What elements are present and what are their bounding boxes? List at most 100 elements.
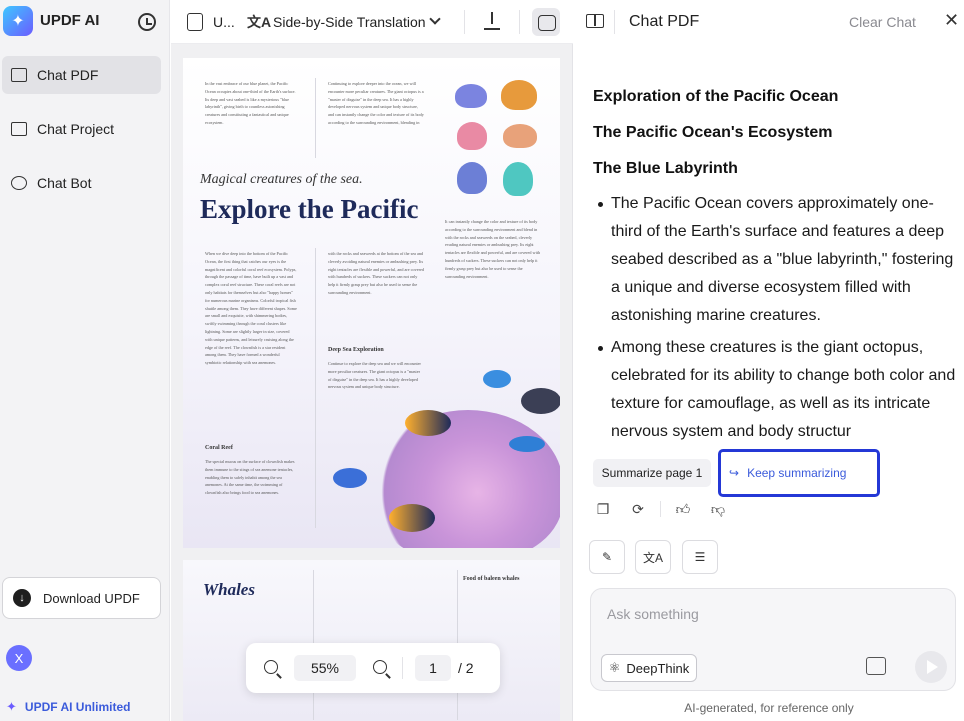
- thumbs-down-icon[interactable]: 👎︎: [709, 500, 727, 518]
- coral-image: [503, 124, 537, 148]
- list-item: The Pacific Ocean covers approximately o…: [593, 190, 961, 330]
- sidebar-item-chat-pdf[interactable]: Chat PDF: [2, 56, 161, 94]
- translate-icon: 文A: [247, 14, 272, 30]
- page-total: / 2: [458, 660, 474, 676]
- sidebar-item-label: Chat Bot: [37, 175, 92, 191]
- image-upload-icon[interactable]: [866, 657, 886, 675]
- column-divider: [315, 78, 316, 158]
- toolbar-divider: [519, 10, 520, 34]
- sidebar-item-label: Chat PDF: [37, 67, 99, 83]
- zoom-level[interactable]: 55%: [294, 655, 356, 681]
- page-headline: Explore the Pacific: [200, 194, 419, 224]
- zoom-divider: [402, 657, 403, 679]
- page-number-input[interactable]: 1: [415, 655, 451, 681]
- chat-input[interactable]: Ask something: [607, 606, 699, 622]
- fish-image: [405, 410, 451, 436]
- fish-image: [509, 436, 545, 452]
- sidebar-item-chat-project[interactable]: Chat Project: [2, 110, 161, 148]
- response-heading: The Blue Labyrinth: [593, 160, 738, 177]
- ai-assistant-icon[interactable]: [532, 8, 560, 36]
- prompt-tool-icon[interactable]: ✎: [589, 540, 625, 574]
- file-icon: [187, 13, 203, 31]
- page-text-block: Continue to explore the deep sea and we …: [328, 361, 421, 390]
- pdf-page-2: Whales Food of baleen whales: [183, 560, 560, 721]
- left-sidebar: ✦ UPDF AI Chat PDF Chat Project Chat Bot…: [0, 0, 170, 721]
- sidebar-item-chat-bot[interactable]: Chat Bot: [2, 164, 161, 202]
- clear-chat-button[interactable]: Clear Chat: [849, 14, 916, 30]
- regenerate-icon[interactable]: ⟳: [629, 500, 647, 518]
- column-divider: [315, 248, 316, 528]
- copy-icon[interactable]: ❐: [594, 500, 612, 518]
- toolbar-divider: [464, 10, 465, 34]
- page-tagline: Magical creatures of the sea.: [200, 172, 363, 187]
- chat-header: Chat PDF Clear Chat ✕: [574, 0, 964, 44]
- brand: ✦ UPDF AI: [0, 0, 170, 44]
- unlimited-label: UPDF AI Unlimited: [24, 700, 131, 714]
- deepthink-button[interactable]: ⚛ DeepThink: [601, 654, 697, 682]
- download-updf-button[interactable]: ↓ Download UPDF: [2, 577, 161, 619]
- chat-input-box[interactable]: Ask something ⚛ DeepThink: [590, 588, 956, 691]
- coral-image: [457, 162, 487, 194]
- ai-disclaimer: AI-generated, for reference only: [684, 701, 854, 715]
- coral-image: [503, 162, 533, 196]
- send-button[interactable]: [915, 651, 947, 683]
- book-icon: [11, 68, 27, 82]
- translate-icon[interactable]: 文A: [635, 540, 671, 574]
- close-icon[interactable]: ✕: [944, 11, 959, 29]
- deepthink-icon: ⚛: [608, 660, 621, 675]
- page-text-block: When we dive deep into the bottom of the…: [205, 251, 297, 366]
- list-item: Among these creatures is the giant octop…: [593, 334, 961, 446]
- header-divider: [614, 10, 615, 34]
- folder-icon: [11, 122, 27, 136]
- coral-image: [501, 80, 537, 110]
- keep-summarizing-label: Keep summarizing: [747, 466, 847, 480]
- page-text-block: Continuing to explore deeper into the oc…: [328, 81, 424, 125]
- thumbs-up-icon[interactable]: 👍︎: [674, 500, 692, 518]
- sidebar-item-label: Chat Project: [37, 121, 115, 137]
- updf-logo-icon: ✦: [3, 6, 33, 36]
- history-icon[interactable]: [138, 13, 156, 31]
- outline-icon[interactable]: ☰: [682, 540, 718, 574]
- file-name[interactable]: U...: [213, 14, 235, 30]
- translation-mode-select[interactable]: Side-by-Side Translation: [273, 14, 426, 30]
- deepthink-label: DeepThink: [626, 660, 690, 676]
- continue-arrow-icon: ↪: [729, 466, 740, 480]
- response-bullets: The Pacific Ocean covers approximately o…: [593, 190, 961, 450]
- fish-image: [333, 468, 367, 488]
- viewer-toolbar: U... 文A Side-by-Side Translation: [171, 0, 573, 44]
- page-title: Whales: [203, 580, 255, 599]
- action-divider: [660, 501, 661, 517]
- avatar[interactable]: X: [6, 645, 32, 671]
- zoom-out-icon[interactable]: [264, 660, 278, 674]
- chat-panel: Chat PDF Clear Chat ✕ Exploration of the…: [574, 0, 964, 721]
- zoom-toolbar: 55% 1 / 2: [246, 643, 500, 693]
- page-text-block: with the rocks and seaweeds at the botto…: [328, 251, 424, 295]
- response-heading: Exploration of the Pacific Ocean: [593, 88, 839, 105]
- download-label: Download UPDF: [43, 590, 140, 606]
- document-viewer: U... 文A Side-by-Side Translation In the …: [171, 0, 573, 721]
- pdf-page-1: In the vast embrace of our blue planet, …: [183, 58, 560, 548]
- fish-image: [389, 504, 435, 532]
- sparkle-icon: ✦: [6, 699, 17, 714]
- bot-icon: [11, 176, 27, 190]
- fish-image: [483, 370, 511, 388]
- summarize-page-chip[interactable]: Summarize page 1: [593, 459, 711, 487]
- book-icon[interactable]: [586, 14, 604, 28]
- page-text-block: The special mucus on the surface of clow…: [205, 459, 295, 496]
- keep-summarizing-button[interactable]: ↪ Keep summarizing: [718, 449, 880, 497]
- section-heading: Food of baleen whales: [463, 576, 520, 582]
- zoom-in-icon[interactable]: [373, 660, 387, 674]
- brand-name: UPDF AI: [40, 12, 100, 29]
- section-heading: Coral Reef: [205, 445, 233, 451]
- page-text-block: It can instantly change the color and te…: [445, 219, 540, 279]
- section-heading: Deep Sea Exploration: [328, 347, 384, 353]
- coral-image: [455, 84, 487, 108]
- coral-image: [457, 122, 487, 150]
- unlimited-link[interactable]: ✦ UPDF AI Unlimited: [6, 699, 130, 715]
- download-icon[interactable]: [484, 12, 500, 30]
- response-heading: The Pacific Ocean's Ecosystem: [593, 124, 833, 141]
- chat-title: Chat PDF: [629, 13, 700, 30]
- fish-image: [521, 388, 560, 414]
- page-text-block: In the vast embrace of our blue planet, …: [205, 81, 296, 125]
- chevron-down-icon[interactable]: [429, 13, 441, 25]
